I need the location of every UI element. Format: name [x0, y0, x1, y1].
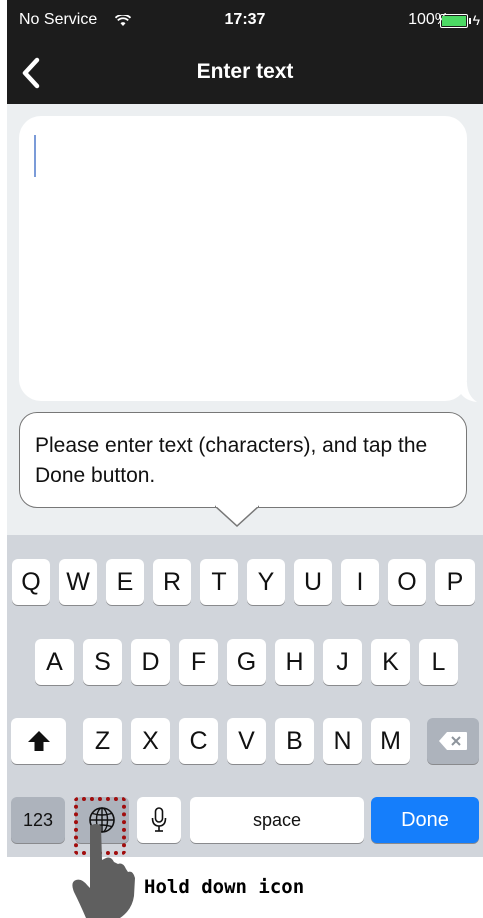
key-n[interactable]: N [323, 718, 362, 764]
key-b[interactable]: B [275, 718, 314, 764]
numbers-key[interactable]: 123 [11, 797, 65, 843]
page-title: Enter text [196, 60, 294, 83]
key-k[interactable]: K [371, 639, 410, 685]
speech-bubble-tail [459, 382, 477, 402]
instruction-text: Please enter text (characters), and tap … [35, 434, 428, 487]
battery-icon [440, 14, 471, 28]
tooltip-arrow [215, 505, 259, 527]
charging-icon: ϟ [472, 12, 480, 28]
key-j[interactable]: J [323, 639, 362, 685]
pointing-hand-icon [72, 824, 135, 918]
key-g[interactable]: G [227, 639, 266, 685]
key-o[interactable]: O [388, 559, 426, 605]
key-q[interactable]: Q [12, 559, 50, 605]
key-e[interactable]: E [106, 559, 144, 605]
space-key[interactable]: space [190, 797, 364, 843]
key-i[interactable]: I [341, 559, 379, 605]
backspace-key[interactable] [427, 718, 479, 764]
key-x[interactable]: X [131, 718, 170, 764]
key-u[interactable]: U [294, 559, 332, 605]
key-p[interactable]: P [435, 559, 475, 605]
shift-icon [27, 731, 50, 751]
key-s[interactable]: S [83, 639, 122, 685]
key-h[interactable]: H [275, 639, 314, 685]
key-z[interactable]: Z [83, 718, 122, 764]
key-m[interactable]: M [371, 718, 410, 764]
text-input-area[interactable] [19, 116, 467, 401]
dictation-key[interactable] [137, 797, 181, 843]
phone-screen: No Service 17:37 100% ϟ Enter text Pleas… [7, 0, 483, 857]
shift-key[interactable] [11, 718, 66, 764]
status-bar: No Service 17:37 100% ϟ [7, 0, 483, 40]
key-a[interactable]: A [35, 639, 74, 685]
key-r[interactable]: R [153, 559, 191, 605]
nav-bar: Enter text [7, 40, 483, 104]
done-button[interactable]: Done [371, 797, 479, 843]
key-c[interactable]: C [179, 718, 218, 764]
key-w[interactable]: W [59, 559, 97, 605]
key-l[interactable]: L [419, 639, 458, 685]
annotation-caption: Hold down icon [144, 876, 305, 898]
instruction-tooltip: Please enter text (characters), and tap … [19, 412, 467, 508]
key-t[interactable]: T [200, 559, 238, 605]
backspace-icon [439, 732, 467, 750]
microphone-icon [151, 807, 167, 832]
text-cursor [34, 135, 36, 177]
key-d[interactable]: D [131, 639, 170, 685]
key-y[interactable]: Y [247, 559, 285, 605]
key-v[interactable]: V [227, 718, 266, 764]
key-f[interactable]: F [179, 639, 218, 685]
